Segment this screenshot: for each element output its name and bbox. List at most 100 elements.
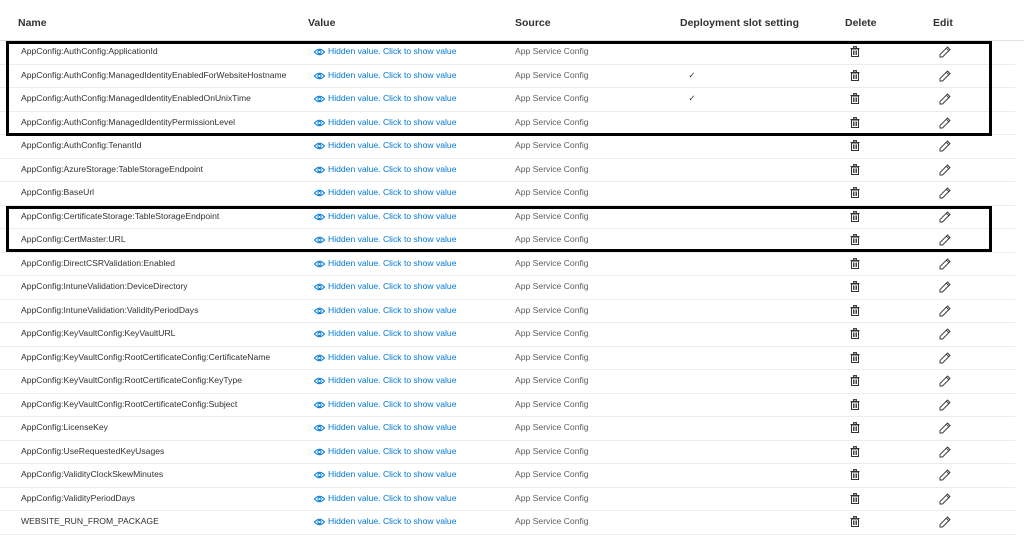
hidden-value-text: Hidden value. Click to show value: [328, 422, 457, 432]
delete-button[interactable]: [850, 510, 862, 534]
edit-button[interactable]: [939, 181, 951, 205]
column-header-delete: Delete: [845, 17, 877, 29]
delete-button[interactable]: [850, 346, 862, 370]
edit-button[interactable]: [939, 487, 951, 511]
show-value-link[interactable]: Hidden value. Click to show value: [313, 299, 457, 323]
delete-button[interactable]: [850, 487, 862, 511]
delete-button[interactable]: [850, 463, 862, 487]
eye-icon: [313, 448, 326, 455]
edit-button[interactable]: [939, 322, 951, 346]
column-header-edit: Edit: [933, 17, 953, 29]
deployment-slot-checkmark: [684, 346, 700, 370]
eye-icon: [313, 213, 326, 220]
show-value-link[interactable]: Hidden value. Click to show value: [313, 487, 457, 511]
show-value-link[interactable]: Hidden value. Click to show value: [313, 463, 457, 487]
edit-button[interactable]: [939, 111, 951, 135]
delete-button[interactable]: [850, 393, 862, 417]
show-value-link[interactable]: Hidden value. Click to show value: [313, 158, 457, 182]
trash-icon: [850, 351, 860, 363]
delete-button[interactable]: [850, 111, 862, 135]
eye-icon: [313, 236, 326, 244]
trash-icon: [850, 69, 860, 81]
show-value-link[interactable]: Hidden value. Click to show value: [313, 181, 457, 205]
edit-button[interactable]: [939, 275, 951, 299]
edit-button[interactable]: [939, 346, 951, 370]
show-value-link[interactable]: Hidden value. Click to show value: [313, 252, 457, 276]
hidden-value-text: Hidden value. Click to show value: [328, 46, 457, 56]
delete-button[interactable]: [850, 87, 862, 111]
show-value-link[interactable]: Hidden value. Click to show value: [313, 510, 457, 534]
deployment-slot-checkmark: [684, 40, 700, 64]
edit-button[interactable]: [939, 87, 951, 111]
pencil-icon: [939, 69, 951, 81]
show-value-link[interactable]: Hidden value. Click to show value: [313, 111, 457, 135]
pencil-icon: [939, 187, 951, 199]
show-value-link[interactable]: Hidden value. Click to show value: [313, 369, 457, 393]
delete-button[interactable]: [850, 299, 862, 323]
table-row: AppConfig:IntuneValidation:ValidityPerio…: [0, 299, 1015, 323]
edit-button[interactable]: [939, 205, 951, 229]
edit-button[interactable]: [939, 158, 951, 182]
edit-button[interactable]: [939, 134, 951, 158]
table-row: AppConfig:ValidityPeriodDays Hidden value…: [0, 487, 1015, 511]
delete-button[interactable]: [850, 205, 862, 229]
deployment-slot-checkmark: [684, 369, 700, 393]
edit-button[interactable]: [939, 416, 951, 440]
delete-button[interactable]: [850, 440, 862, 464]
delete-button[interactable]: [850, 40, 862, 64]
hidden-value-text: Hidden value. Click to show value: [328, 140, 457, 150]
show-value-link[interactable]: Hidden value. Click to show value: [313, 322, 457, 346]
show-value-link[interactable]: Hidden value. Click to show value: [313, 87, 457, 111]
delete-button[interactable]: [850, 252, 862, 276]
edit-button[interactable]: [939, 64, 951, 88]
show-value-link[interactable]: Hidden value. Click to show value: [313, 346, 457, 370]
table-row: AppConfig:AuthConfig:ManagedIdentityEnab…: [0, 87, 1015, 112]
pencil-icon: [939, 375, 951, 387]
pencil-icon: [939, 304, 951, 316]
hidden-value-text: Hidden value. Click to show value: [328, 469, 457, 479]
edit-button[interactable]: [939, 299, 951, 323]
table-row: AppConfig:AuthConfig:TenantId Hidden valu…: [0, 134, 1015, 159]
deployment-slot-checkmark: [684, 134, 700, 158]
pencil-icon: [939, 351, 951, 363]
show-value-link[interactable]: Hidden value. Click to show value: [313, 40, 457, 64]
delete-button[interactable]: [850, 158, 862, 182]
show-value-link[interactable]: Hidden value. Click to show value: [313, 275, 457, 299]
show-value-link[interactable]: Hidden value. Click to show value: [313, 416, 457, 440]
show-value-link[interactable]: Hidden value. Click to show value: [313, 440, 457, 464]
delete-button[interactable]: [850, 369, 862, 393]
edit-button[interactable]: [939, 369, 951, 393]
show-value-link[interactable]: Hidden value. Click to show value: [313, 228, 457, 252]
show-value-link[interactable]: Hidden value. Click to show value: [313, 64, 457, 88]
source-text: App Service Config: [515, 69, 589, 80]
deployment-slot-checkmark: [684, 158, 700, 182]
source-text: App Service Config: [515, 116, 589, 127]
deployment-slot-checkmark: [684, 299, 700, 323]
delete-button[interactable]: [850, 64, 862, 88]
show-value-link[interactable]: Hidden value. Click to show value: [313, 205, 457, 229]
setting-name: AppConfig:AuthConfig:ManagedIdentityEnab…: [21, 69, 287, 80]
show-value-link[interactable]: Hidden value. Click to show value: [313, 393, 457, 417]
delete-button[interactable]: [850, 275, 862, 299]
deployment-slot-checkmark: [684, 228, 700, 252]
delete-button[interactable]: [850, 416, 862, 440]
column-header-source: Source: [515, 17, 551, 29]
table-row: AppConfig:ValidityClockSkewMinutes Hidden…: [0, 463, 1015, 488]
edit-button[interactable]: [939, 440, 951, 464]
edit-button[interactable]: [939, 252, 951, 276]
edit-button[interactable]: [939, 40, 951, 64]
edit-button[interactable]: [939, 510, 951, 534]
delete-button[interactable]: [850, 134, 862, 158]
pencil-icon: [939, 257, 951, 269]
eye-icon: [313, 72, 326, 79]
edit-button[interactable]: [939, 393, 951, 417]
edit-button[interactable]: [939, 463, 951, 487]
source-text: App Service Config: [515, 328, 589, 338]
show-value-link[interactable]: Hidden value. Click to show value: [313, 134, 457, 158]
delete-button[interactable]: [850, 322, 862, 346]
delete-button[interactable]: [850, 181, 862, 205]
edit-button[interactable]: [939, 228, 951, 252]
table-row: AppConfig:IntuneValidation:DeviceDirecto…: [0, 275, 1015, 300]
trash-icon: [850, 422, 860, 433]
delete-button[interactable]: [850, 228, 862, 252]
